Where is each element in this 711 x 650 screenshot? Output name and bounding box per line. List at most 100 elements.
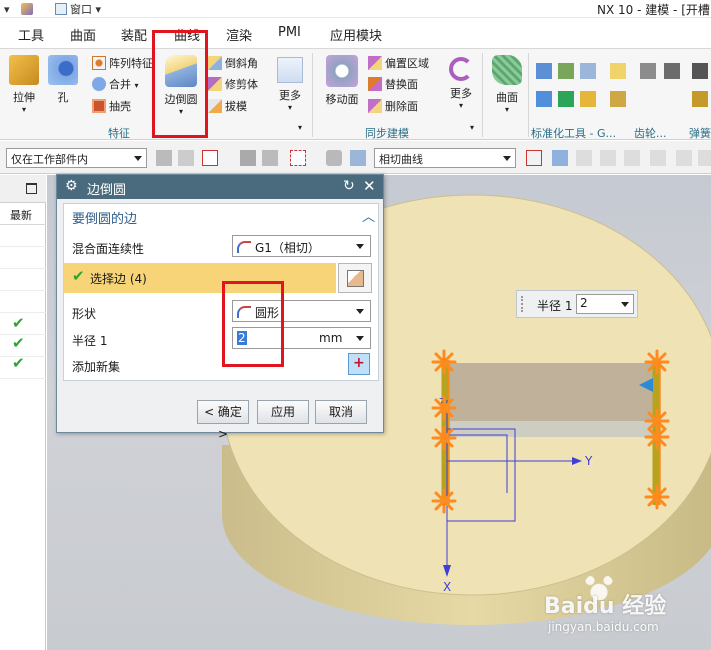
draft-button[interactable]: 拔模 <box>208 98 247 114</box>
replace-face-button[interactable]: 替换面 <box>368 76 418 92</box>
unite-button[interactable]: 合并 ▾ <box>92 76 139 92</box>
move-face-button[interactable]: 移动面 <box>322 55 362 107</box>
offset-region-button[interactable]: 偏置区域 <box>368 55 429 71</box>
hole-button[interactable]: 孔 <box>48 55 78 105</box>
endpoint-icon[interactable] <box>600 150 616 166</box>
check-icon: ✔ <box>12 354 25 372</box>
rectangle-select-icon[interactable] <box>290 150 306 166</box>
apply-button[interactable]: 应用 <box>257 400 309 424</box>
pattern-feature-button[interactable]: 阵列特征 <box>92 55 153 71</box>
trim-body-button[interactable]: 修剪体 <box>208 76 258 92</box>
radius-unit[interactable]: mm <box>319 331 342 345</box>
point-icon[interactable] <box>576 150 592 166</box>
arrow-right-icon[interactable] <box>552 150 568 166</box>
more-feature-icon <box>277 57 303 83</box>
tab-assembly[interactable]: 装配 <box>121 25 147 44</box>
blend-icon <box>237 241 251 253</box>
shape-label: 形状 <box>72 307 97 321</box>
pencil-icon[interactable] <box>610 63 626 79</box>
ok-button[interactable]: < 确定 > <box>197 400 249 441</box>
table-icon[interactable] <box>580 63 596 79</box>
cancel-button[interactable]: 取消 <box>315 400 367 424</box>
tab-render[interactable]: 渲染 <box>226 25 252 44</box>
snap-icon[interactable] <box>178 150 194 166</box>
spring-icon[interactable] <box>640 63 656 79</box>
grid-icon[interactable] <box>536 63 552 79</box>
spline-icon[interactable] <box>676 150 692 166</box>
section-header[interactable]: 要倒圆的边 <box>72 208 137 227</box>
chamfer-button[interactable]: 倒斜角 <box>208 55 258 71</box>
group-expand-icon[interactable]: ▾ <box>298 123 302 132</box>
dialog-title-bar[interactable]: ⚙ 边倒圆 ↻ ✕ <box>57 175 383 199</box>
window-icon[interactable] <box>54 3 67 15</box>
spring-tool-icon[interactable] <box>692 63 708 79</box>
more-feature-button[interactable]: 更多 ▾ <box>274 57 306 112</box>
more-icon[interactable] <box>698 150 711 166</box>
spring-part-icon[interactable] <box>692 91 708 107</box>
reset-icon[interactable]: ↻ <box>343 178 355 194</box>
drag-grip-icon[interactable] <box>521 296 527 312</box>
down-arrow-icon[interactable] <box>536 91 552 107</box>
dropdown-icon[interactable]: ▾ <box>4 3 10 16</box>
window-menu[interactable]: 窗口 <box>70 3 92 16</box>
collapse-icon[interactable]: ︿ <box>362 206 375 225</box>
edge-blend-dialog: ⚙ 边倒圆 ↻ ✕ 要倒圆的边 ︿ 混合面连续性 G1（相切） ✔ 选择边 (4… <box>56 174 384 441</box>
highlight-edge-blend <box>152 30 208 138</box>
check-icon: ✔ <box>72 267 85 285</box>
list-item[interactable]: ✔ <box>0 354 46 379</box>
gear-icon[interactable] <box>610 91 626 107</box>
add-new-set-button[interactable]: + <box>348 353 370 375</box>
list-item[interactable] <box>0 247 46 269</box>
group-expand-icon[interactable]: ▾ <box>470 123 474 132</box>
tab-surface[interactable]: 曲面 <box>70 25 96 44</box>
select-edge-cube-button[interactable] <box>338 263 372 293</box>
more-sync-button[interactable]: 更多 ▾ <box>446 57 476 110</box>
brush-icon[interactable] <box>21 3 34 15</box>
maximize-icon[interactable] <box>26 183 37 194</box>
cube-icon[interactable] <box>350 150 366 166</box>
cube-icon <box>347 270 364 287</box>
selection-filter-combo[interactable]: 仅在工作部件内 <box>6 148 147 168</box>
stack-icon[interactable] <box>558 63 574 79</box>
group-standard-label: 标准化工具 - G... <box>531 127 616 140</box>
column-header-latest[interactable]: 最新 <box>0 203 46 225</box>
curve-icon[interactable] <box>650 150 666 166</box>
list-item[interactable] <box>0 291 46 313</box>
surface-button[interactable]: 曲面 ▾ <box>490 55 524 114</box>
extrude-label: 拉伸 <box>13 91 35 104</box>
chevron-down-icon <box>503 156 511 161</box>
highlight-shape-radius <box>222 281 284 367</box>
tab-pmi[interactable]: PMI <box>278 25 301 40</box>
eraser-icon[interactable] <box>326 150 342 166</box>
continuity-select[interactable]: G1（相切） <box>232 235 371 257</box>
extrude-button[interactable]: 拉伸 ▾ <box>6 55 42 114</box>
curve-rule-combo[interactable]: 相切曲线 <box>374 148 516 168</box>
snap-point-icon[interactable] <box>526 150 542 166</box>
list-item[interactable]: ✔ <box>0 313 46 335</box>
coil-icon[interactable] <box>664 63 680 79</box>
hole-label: 孔 <box>57 91 69 104</box>
list-item[interactable] <box>0 269 46 291</box>
select-edge-row[interactable]: ✔ 选择边 (4) <box>64 263 336 293</box>
radius-onscreen-field[interactable]: 2 <box>576 294 634 314</box>
axis-x-label: X <box>443 580 451 594</box>
select-feature-icon[interactable] <box>156 150 172 166</box>
wrench-icon[interactable] <box>580 91 596 107</box>
dropdown-icon[interactable]: ▾ <box>96 3 102 16</box>
chevron-down-icon <box>356 336 364 341</box>
move-face-icon <box>326 55 358 87</box>
line-icon[interactable] <box>624 150 640 166</box>
tab-tools[interactable]: 工具 <box>18 25 44 44</box>
delete-face-button[interactable]: 删除面 <box>368 98 418 114</box>
close-icon[interactable]: ✕ <box>363 177 376 195</box>
continuity-label: 混合面连续性 <box>72 242 145 256</box>
list-item[interactable] <box>0 225 46 247</box>
pointer-icon[interactable] <box>262 150 278 166</box>
tool-icon[interactable] <box>558 91 574 107</box>
magnet-icon[interactable] <box>240 150 256 166</box>
tab-applications[interactable]: 应用模块 <box>330 25 382 44</box>
shell-button[interactable]: 抽壳 <box>92 98 131 114</box>
gear-icon[interactable]: ⚙ <box>65 178 78 194</box>
select-all-icon[interactable] <box>202 150 218 166</box>
pattern-icon <box>92 56 106 70</box>
